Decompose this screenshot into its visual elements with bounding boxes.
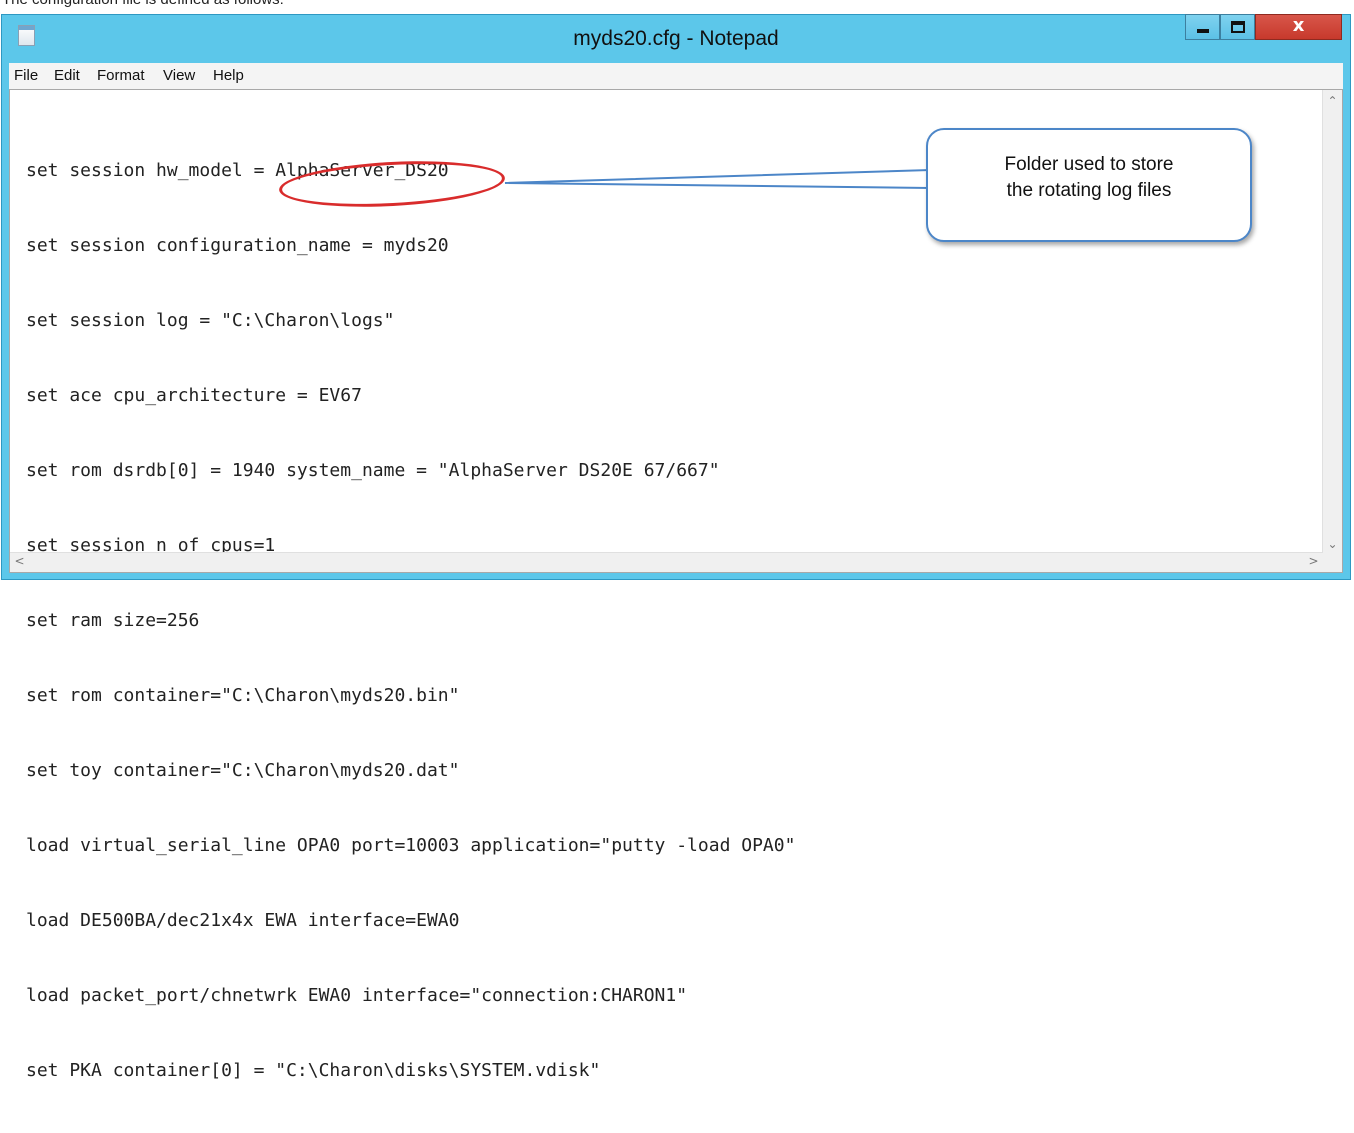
annotation-callout: Folder used to store the rotating log fi…	[926, 128, 1252, 242]
maximize-button[interactable]	[1220, 14, 1255, 40]
minimize-icon	[1197, 29, 1209, 33]
callout-text: Folder used to store the rotating log fi…	[1004, 154, 1174, 201]
menu-bar: File Edit Format View Help	[9, 63, 1343, 90]
menu-file[interactable]: File	[14, 67, 38, 84]
code-line: set session configuration_name = myds20	[26, 235, 449, 256]
menu-edit[interactable]: Edit	[54, 67, 80, 84]
code-line: load DE500BA/dec21x4x EWA interface=EWA0	[26, 910, 460, 931]
window-title: myds20.cfg - Notepad	[573, 27, 779, 50]
code-line: load packet_port/chnetwrk EWA0 interface…	[26, 985, 688, 1006]
maximize-icon	[1231, 21, 1245, 33]
code-line: set ace cpu_architecture = EV67	[26, 385, 362, 406]
code-line: set toy container="C:\Charon\myds20.dat"	[26, 760, 460, 781]
scroll-left-icon[interactable]: <	[10, 554, 29, 568]
horizontal-scrollbar[interactable]: < >	[10, 552, 1323, 572]
scroll-down-icon[interactable]: ⌄	[1323, 537, 1342, 551]
notepad-window: myds20.cfg - Notepad x File Edit Format …	[1, 14, 1351, 1081]
code-line: set ram size=256	[26, 610, 200, 631]
vertical-scrollbar[interactable]: ⌃ ⌄	[1322, 90, 1342, 553]
code-line: load virtual_serial_line OPA0 port=10003…	[26, 835, 796, 856]
resize-grip-icon[interactable]	[1323, 553, 1342, 572]
menu-view[interactable]: View	[163, 67, 195, 84]
page-caption: The configuration file is defined as fol…	[2, 0, 284, 8]
code-line: set PKA container[0] = "C:\Charon\disks\…	[26, 1060, 601, 1081]
scroll-right-icon[interactable]: >	[1304, 554, 1323, 568]
close-button[interactable]: x	[1255, 14, 1342, 40]
menu-format[interactable]: Format	[97, 67, 145, 84]
file-contents[interactable]: set session hw_model = AlphaServer_DS20 …	[26, 108, 795, 1133]
code-line: set rom container="C:\Charon\myds20.bin"	[26, 685, 460, 706]
code-line: set session log = "C:\Charon\logs"	[26, 310, 395, 331]
menu-help[interactable]: Help	[213, 67, 244, 84]
code-line: set rom dsrdb[0] = 1940 system_name = "A…	[26, 460, 720, 481]
scroll-up-icon[interactable]: ⌃	[1323, 94, 1342, 108]
close-icon: x	[1292, 15, 1305, 36]
minimize-button[interactable]	[1185, 14, 1220, 40]
title-bar[interactable]: myds20.cfg - Notepad x	[2, 14, 1350, 63]
